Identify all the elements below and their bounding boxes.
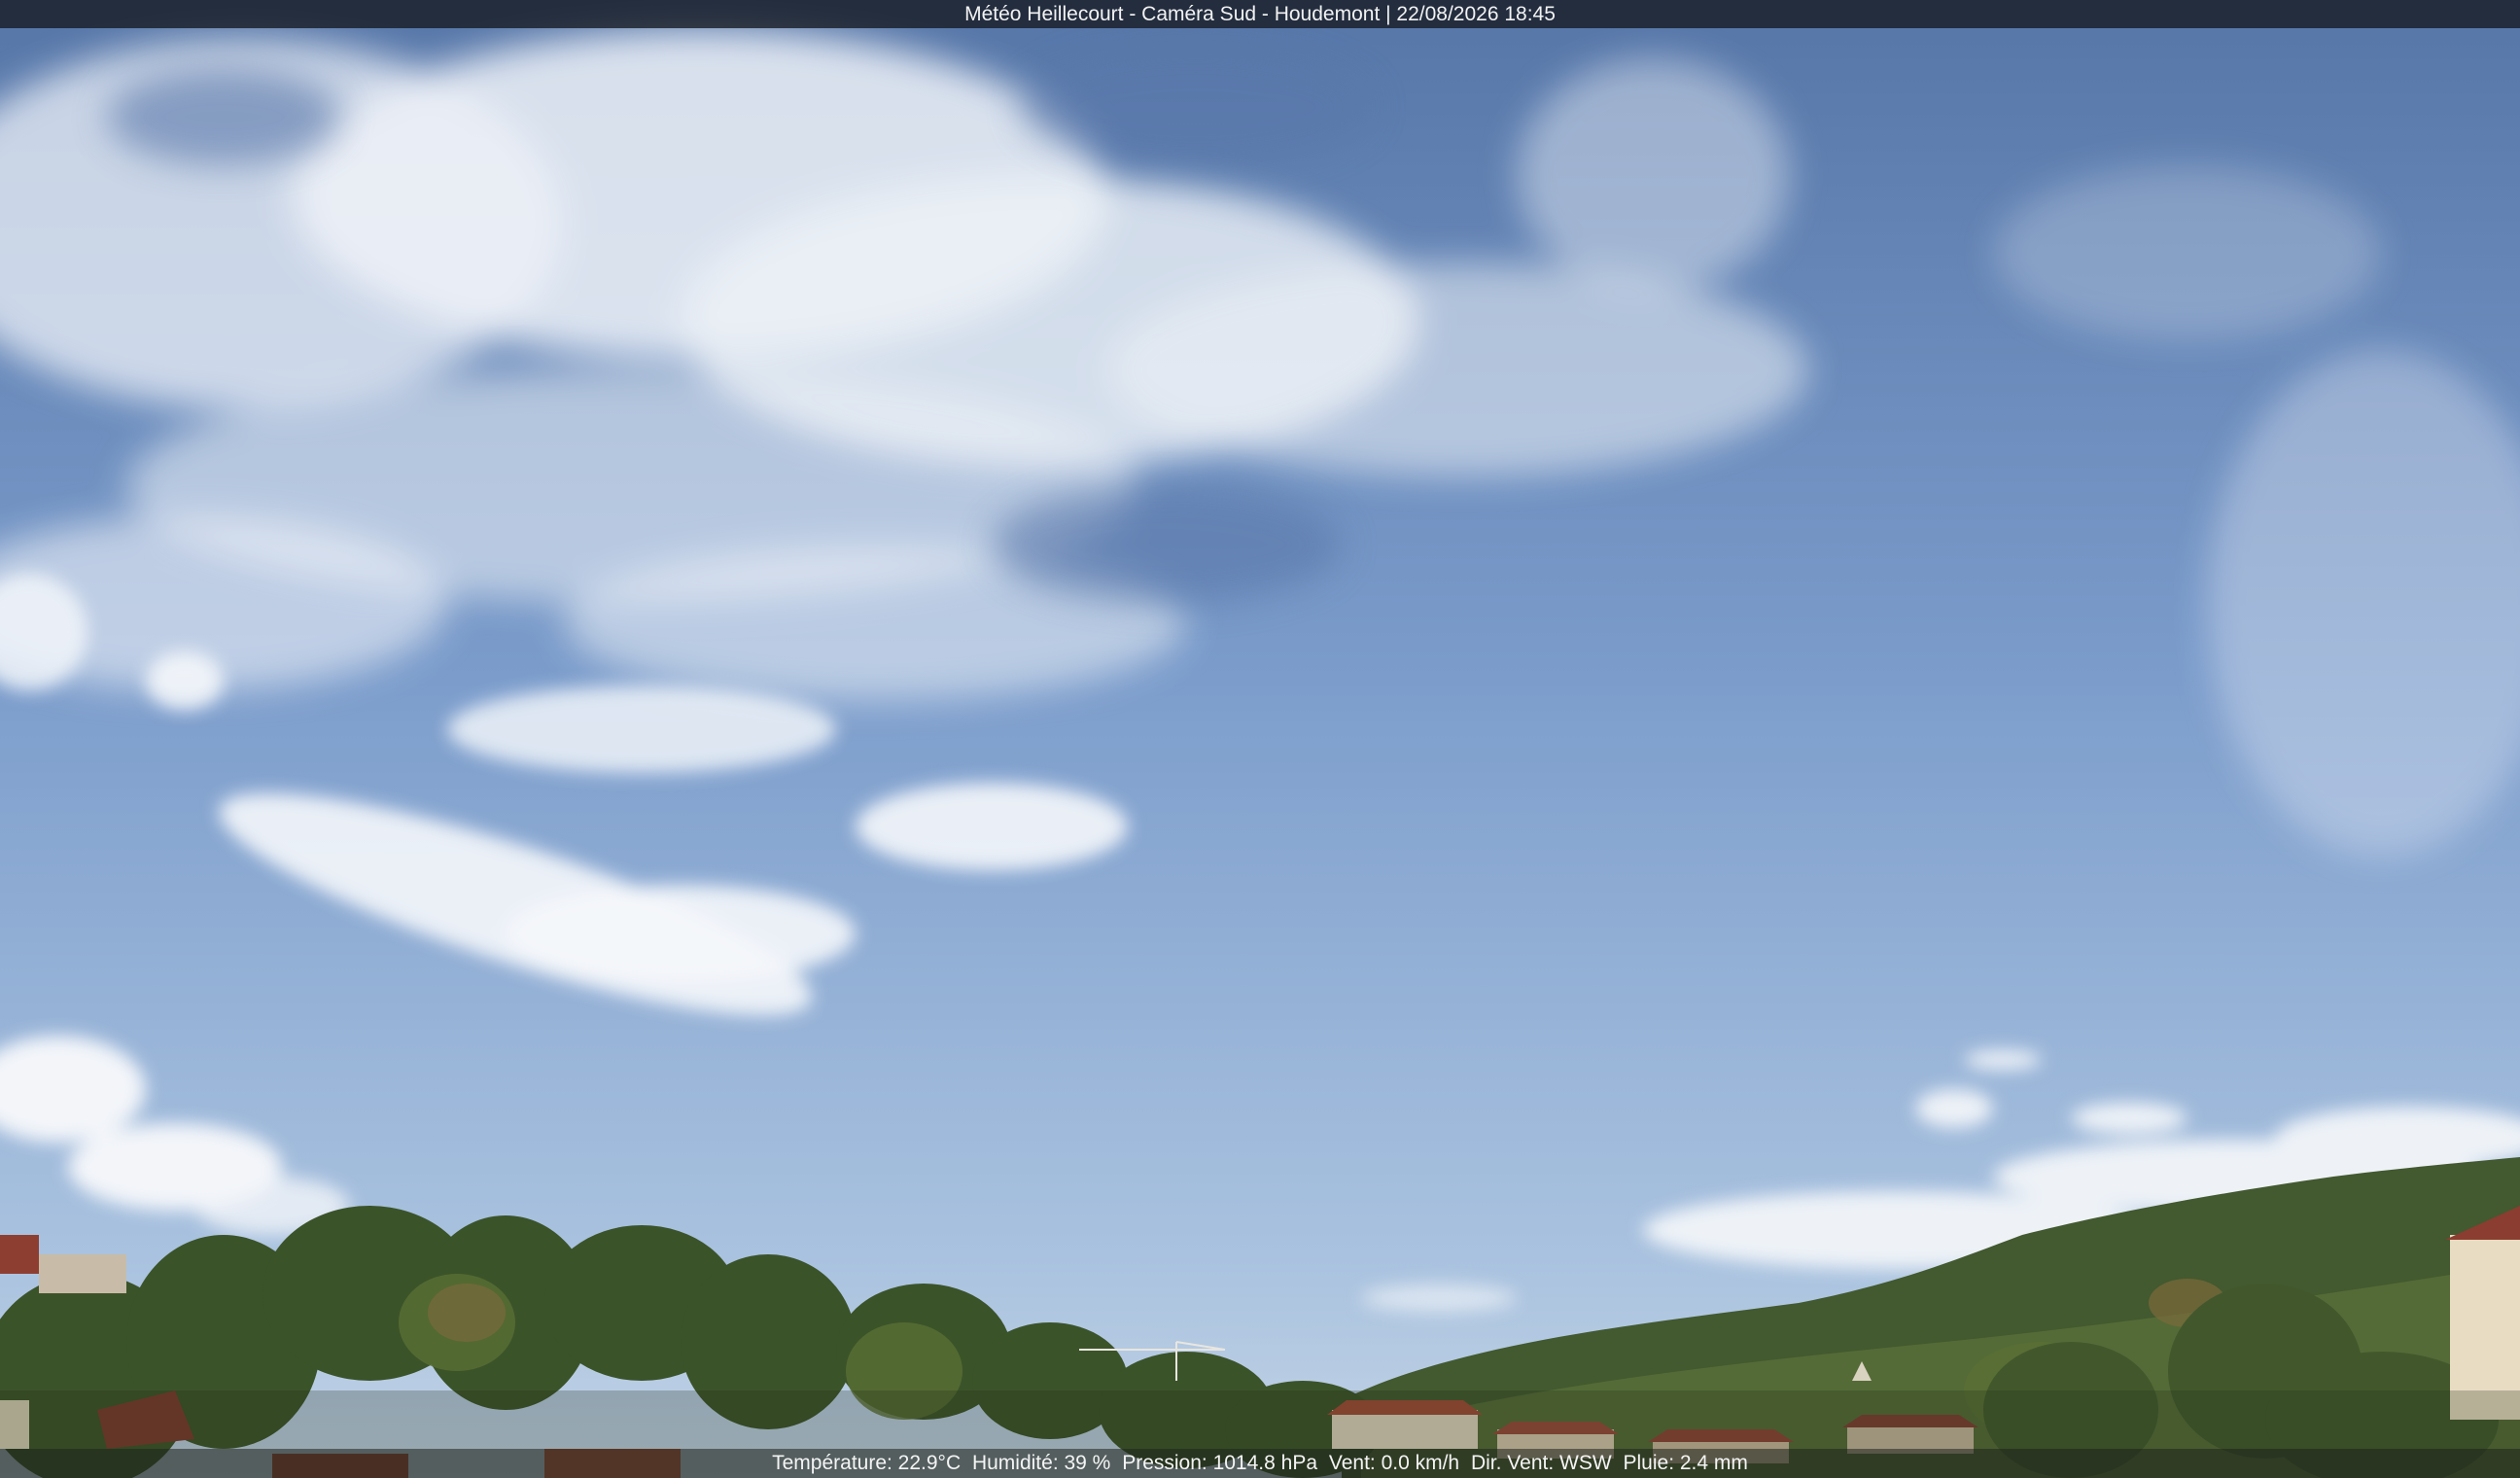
webcam-sky-scene: [0, 0, 2520, 1478]
weather-readout-bar: Température: 22.9°C Humidité: 39 % Press…: [0, 1449, 2520, 1478]
temperature-readout: Température: 22.9°C: [772, 1452, 962, 1474]
wind-direction-readout: Dir. Vent: WSW: [1470, 1452, 1612, 1474]
overlay-title-bar: Météo Heillecourt - Caméra Sud - Houdemo…: [0, 0, 2520, 28]
wind-speed-readout: Vent: 0.0 km/h: [1328, 1452, 1460, 1474]
overlay-title: Météo Heillecourt - Caméra Sud - Houdemo…: [964, 3, 1556, 25]
humidity-readout: Humidité: 39 %: [971, 1452, 1111, 1474]
rain-readout: Pluie: 2.4 mm: [1623, 1452, 1748, 1474]
pressure-readout: Pression: 1014.8 hPa: [1122, 1452, 1318, 1474]
